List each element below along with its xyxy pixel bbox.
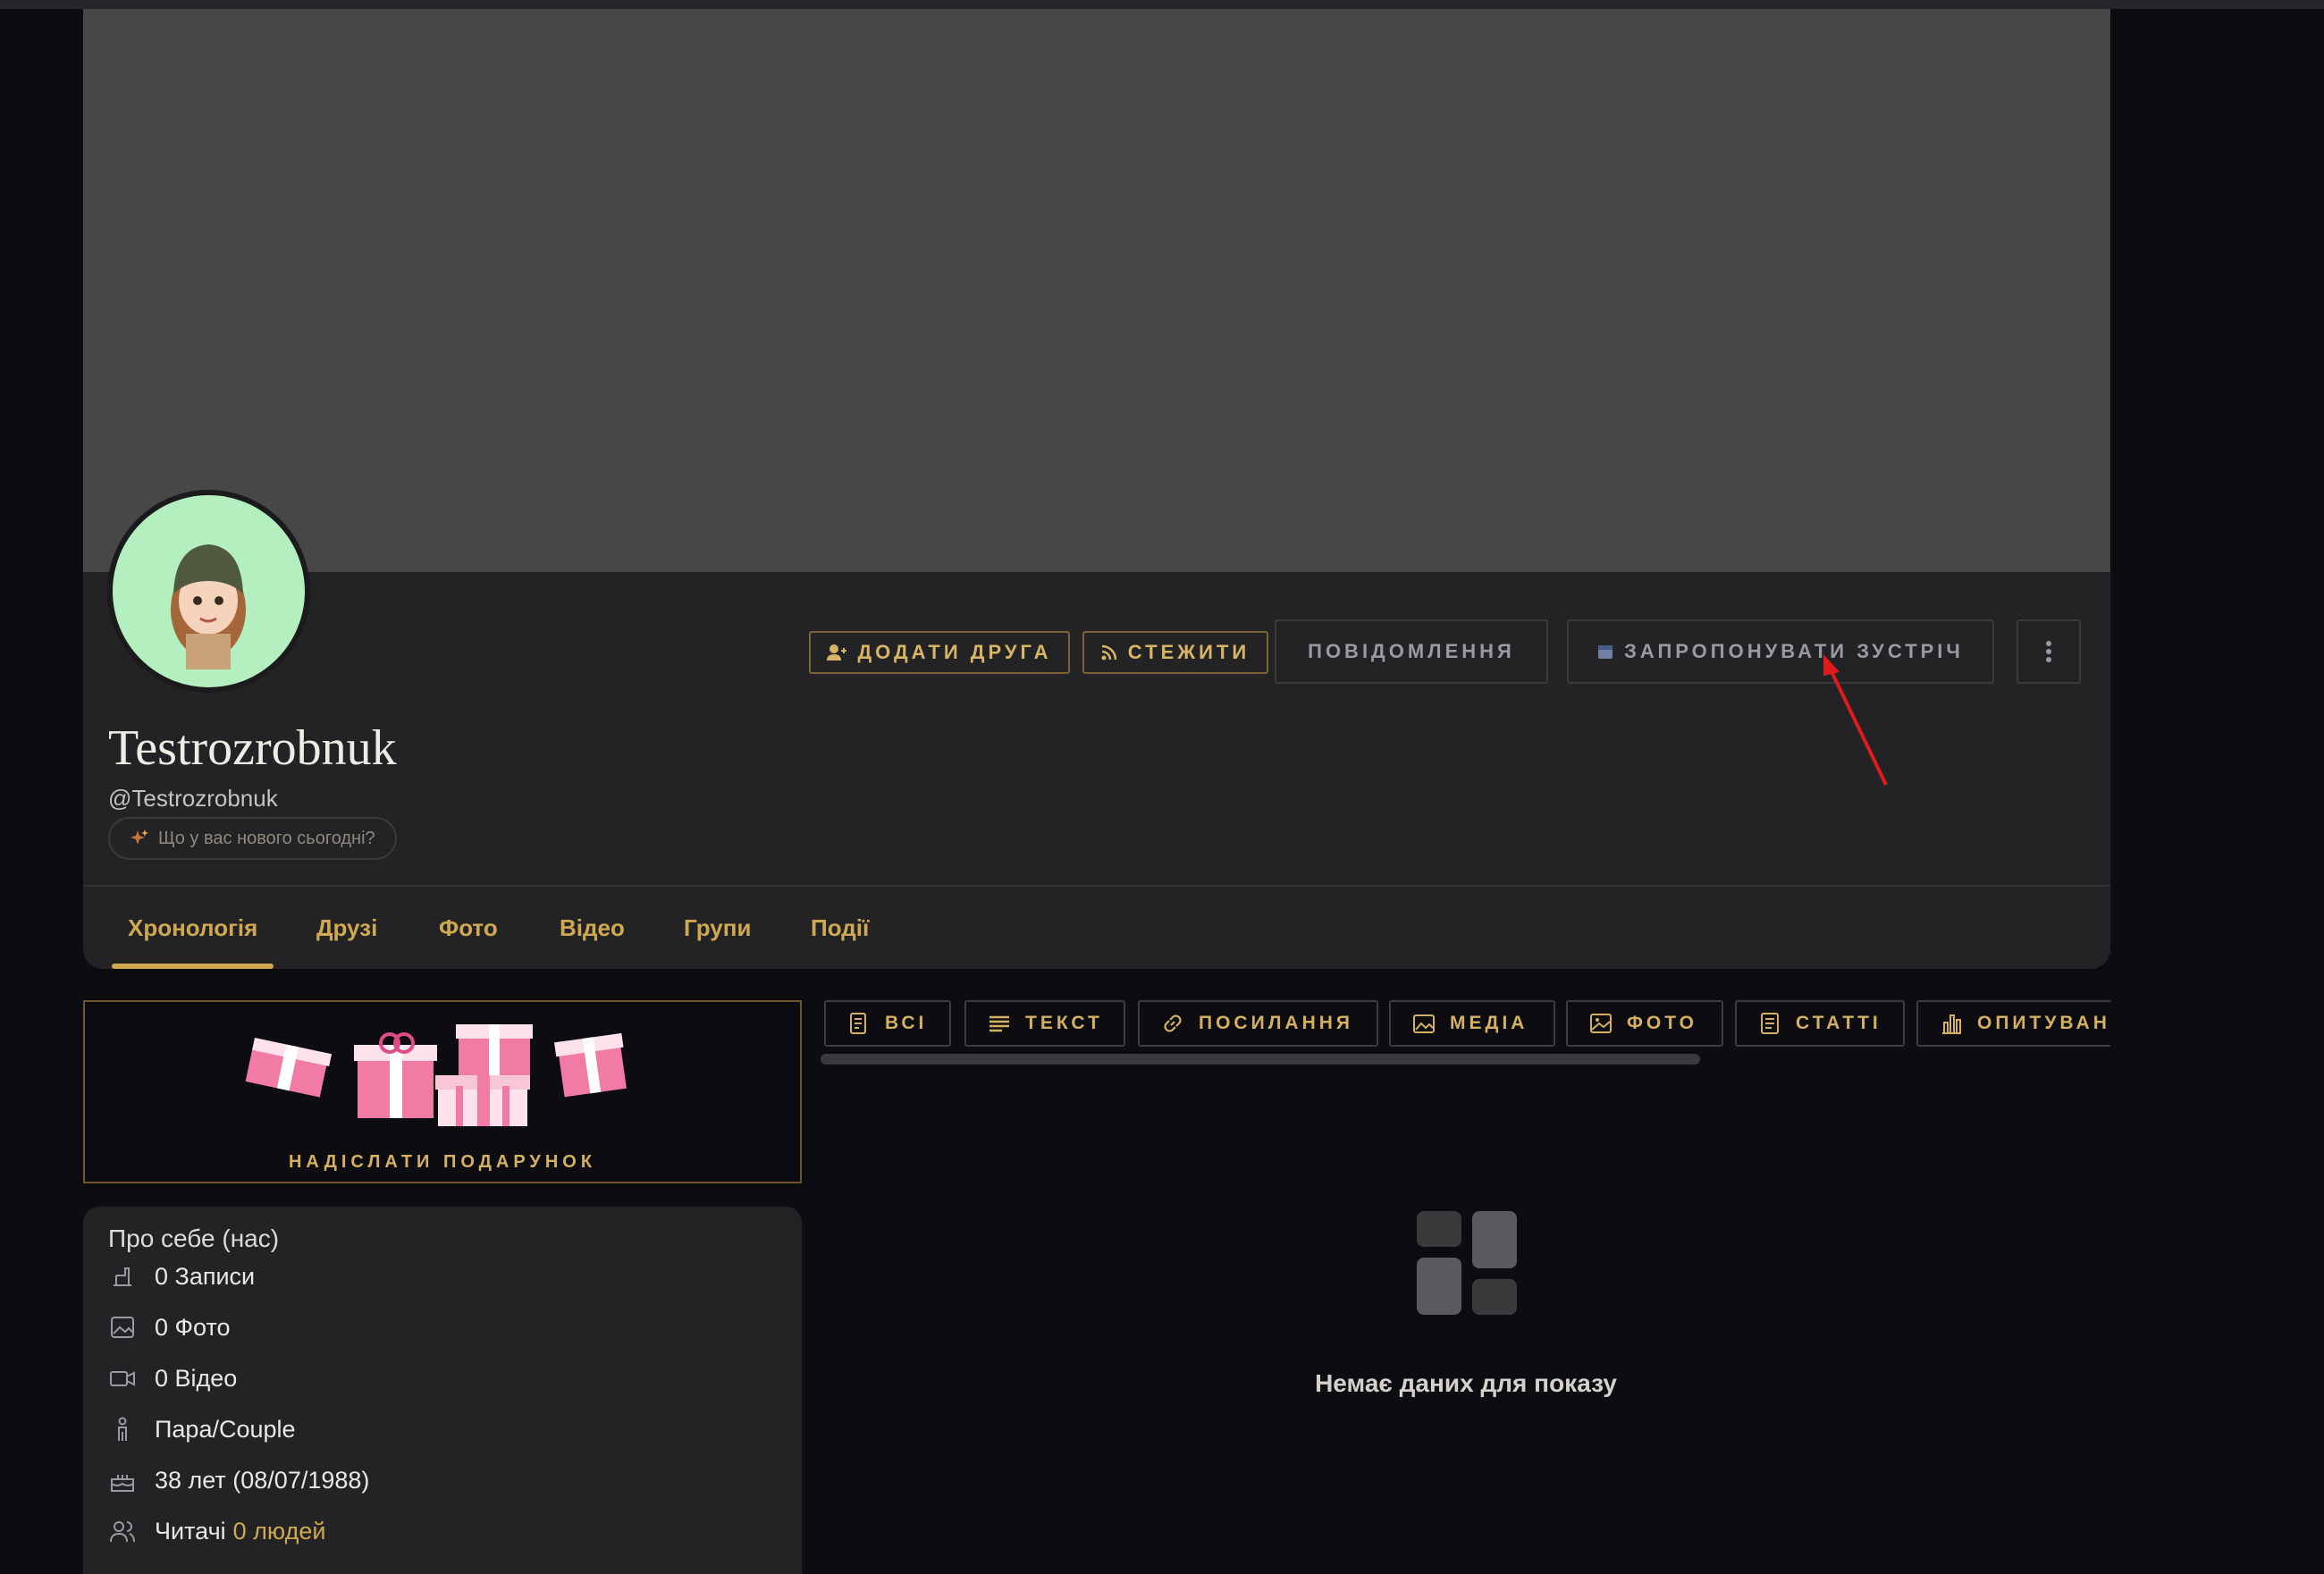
tab-timeline-label: Хронологія (128, 913, 258, 941)
post-filter-bar: ВСІ ТЕКСТ ПОСИЛАННЯ МЕДІА ФОТО СТАТТІ ОП… (824, 1000, 2110, 1057)
filter-all-button[interactable]: ВСІ (824, 1000, 951, 1047)
posts-icon (108, 1262, 137, 1291)
about-videos[interactable]: 0 Відео (108, 1364, 237, 1393)
profile-tabs: Хронологія Друзі Фото Відео Групи Події (83, 887, 2110, 969)
status-input[interactable]: Що у вас нового сьогодні? (108, 817, 397, 860)
tab-events[interactable]: Події (811, 887, 869, 969)
about-title: Про себе (нас) (108, 1225, 280, 1252)
profile-card: ДОДАТИ ДРУГА СТЕЖИТИ ПОВІДОМЛЕННЯ ЗАПРОП… (83, 9, 2110, 969)
tab-groups[interactable]: Групи (684, 887, 751, 969)
empty-state-message: Немає даних для показу (1315, 1369, 1617, 1397)
more-options-button[interactable] (2017, 619, 2081, 684)
tab-friends[interactable]: Друзі (316, 887, 377, 969)
browser-top-edge (0, 0, 2324, 9)
tab-videos[interactable]: Відео (560, 887, 625, 969)
propose-meeting-button[interactable]: ЗАПРОПОНУВАТИ ЗУСТРІЧ (1567, 619, 1994, 684)
readers-count-link[interactable]: 0 людей (233, 1518, 326, 1545)
sparkles-icon (131, 829, 148, 845)
profile-name: Testrozrobnuk (108, 720, 397, 776)
video-icon (108, 1364, 137, 1393)
follow-label: СТЕЖИТИ (1127, 641, 1250, 663)
image-icon (108, 1313, 137, 1342)
filter-media-label: МЕДІА (1450, 1013, 1528, 1033)
cover-image[interactable] (83, 9, 2110, 572)
about-gender: Пара/Couple (108, 1415, 296, 1444)
more-vertical-icon (2046, 641, 2051, 662)
age-value: 38 лет (08/07/1988) (155, 1466, 370, 1494)
media-icon (1413, 1014, 1435, 1033)
send-gift-label: НАДІСЛАТИ ПОДАРУНОК (288, 1152, 597, 1172)
tab-groups-label: Групи (684, 913, 752, 941)
about-panel: Про себе (нас) 0 Записи 0 Фото 0 Відео П… (83, 1207, 802, 1574)
tab-friends-label: Друзі (316, 913, 378, 941)
gifts-illustration (245, 1024, 627, 1126)
memoji-avatar-image (171, 544, 246, 669)
tab-photos[interactable]: Фото (439, 887, 498, 969)
filter-links-button[interactable]: ПОСИЛАННЯ (1138, 1000, 1378, 1047)
person-icon (108, 1415, 137, 1444)
filter-links-label: ПОСИЛАННЯ (1199, 1013, 1354, 1033)
follow-button[interactable]: СТЕЖИТИ (1082, 631, 1268, 674)
gender-value: Пара/Couple (155, 1415, 296, 1443)
readers-label: Читачі (155, 1517, 226, 1545)
filter-media-button[interactable]: МЕДІА (1389, 1000, 1555, 1047)
tab-timeline[interactable]: Хронологія (112, 887, 274, 969)
text-lines-icon (989, 1015, 1009, 1032)
filter-all-label: ВСІ (885, 1013, 928, 1033)
add-user-icon (827, 644, 847, 661)
rss-icon (1101, 644, 1117, 661)
tab-videos-label: Відео (560, 913, 625, 941)
filter-polls-label: ОПИТУВАН (1977, 1013, 2110, 1033)
status-placeholder: Що у вас нового сьогодні? (158, 828, 375, 848)
send-gift-card[interactable]: НАДІСЛАТИ ПОДАРУНОК (83, 1000, 802, 1183)
tab-events-label: Події (811, 913, 870, 941)
filter-articles-label: СТАТТІ (1796, 1013, 1882, 1033)
about-photos[interactable]: 0 Фото (108, 1313, 231, 1342)
empty-grid-icon (1417, 1211, 1517, 1315)
about-age: 38 лет (08/07/1988) (108, 1466, 369, 1494)
about-posts[interactable]: 0 Записи (108, 1262, 255, 1291)
message-label: ПОВІДОМЛЕННЯ (1308, 640, 1515, 662)
bar-chart-icon (1942, 1014, 1961, 1034)
message-button[interactable]: ПОВІДОМЛЕННЯ (1275, 619, 1548, 684)
filter-scrollbar[interactable] (821, 1054, 1700, 1065)
filter-photo-button[interactable]: ФОТО (1566, 1000, 1723, 1047)
add-friend-label: ДОДАТИ ДРУГА (857, 641, 1052, 663)
filter-photo-label: ФОТО (1627, 1013, 1697, 1033)
filter-text-label: ТЕКСТ (1025, 1013, 1103, 1033)
filter-polls-button[interactable]: ОПИТУВАН (1916, 1000, 2110, 1047)
users-icon (108, 1517, 137, 1545)
article-icon (1761, 1013, 1779, 1034)
photo-icon (1590, 1014, 1612, 1033)
posts-count: 0 Записи (155, 1262, 256, 1290)
avatar[interactable] (107, 490, 310, 693)
filter-text-button[interactable]: ТЕКСТ (964, 1000, 1125, 1047)
videos-count: 0 Відео (155, 1364, 238, 1392)
filter-articles-button[interactable]: СТАТТІ (1735, 1000, 1905, 1047)
link-icon (1164, 1014, 1182, 1032)
profile-handle: @Testrozrobnuk (108, 785, 278, 812)
add-friend-button[interactable]: ДОДАТИ ДРУГА (809, 631, 1070, 674)
cake-icon (108, 1466, 137, 1494)
propose-meeting-label: ЗАПРОПОНУВАТИ ЗУСТРІЧ (1624, 640, 1964, 662)
document-icon (850, 1013, 866, 1034)
tab-photos-label: Фото (439, 913, 498, 941)
calendar-icon (1598, 645, 1613, 659)
photos-count: 0 Фото (155, 1313, 231, 1341)
about-readers[interactable]: Читачі 0 людей (108, 1517, 325, 1545)
